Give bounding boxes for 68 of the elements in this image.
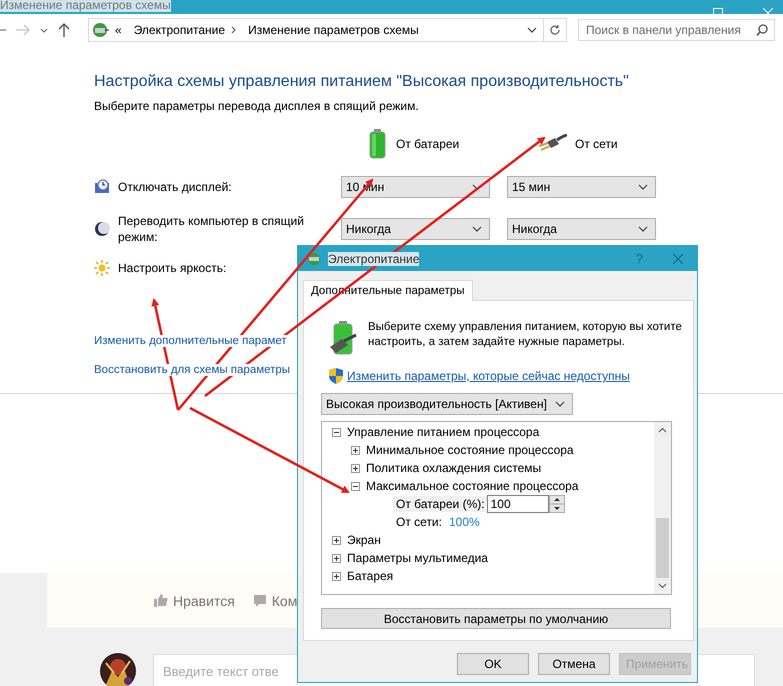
- setting-label: От сети:: [395, 514, 443, 530]
- expand-icon[interactable]: [351, 446, 360, 454]
- action-link[interactable]: Ком: [252, 592, 298, 608]
- shield-icon: [329, 368, 343, 384]
- dropdown[interactable]: Никогда: [341, 218, 490, 240]
- tree-item[interactable]: Управление питанием процессора: [347, 425, 540, 439]
- collapse-icon[interactable]: [351, 482, 360, 490]
- dialog-intro: Выберите схему управления питанием, которую вы хотите настроить, а затем задайте нужные параметры.: [368, 320, 683, 350]
- spin-buttons-icon[interactable]: [548, 495, 565, 513]
- expand-icon[interactable]: [332, 554, 341, 562]
- dropdown[interactable]: 15 мин: [507, 176, 656, 198]
- setting-label: Настроить яркость:: [118, 260, 228, 276]
- link[interactable]: Изменить дополнительные парамет: [94, 335, 287, 347]
- setting-value[interactable]: 100%: [448, 515, 480, 529]
- setting-label: Отключать дисплей:: [118, 179, 233, 195]
- number-field[interactable]: 100: [486, 495, 549, 513]
- recent-pages-icon[interactable]: [40, 28, 48, 32]
- monitor-clock-icon: [94, 179, 110, 195]
- chevron-down-icon: [554, 401, 565, 407]
- tree-item[interactable]: Максимальное состояние процессора: [366, 479, 578, 493]
- tree-item[interactable]: Параметры мультимедиа: [347, 551, 488, 565]
- dropdown[interactable]: Никогда: [507, 218, 656, 240]
- sun-icon: [94, 260, 110, 276]
- address-prefix[interactable]: «: [115, 23, 122, 37]
- setting-label: От батареи (%):: [393, 496, 488, 512]
- breadcrumb[interactable]: Электропитание: [134, 23, 226, 37]
- restore-defaults-button[interactable]: Восстановить параметры по умолчанию: [321, 608, 671, 629]
- chevron-down-icon: [638, 184, 648, 190]
- expand-icon[interactable]: [332, 536, 341, 544]
- power-options-icon: [306, 252, 322, 266]
- column-header: От батареи: [396, 137, 460, 151]
- column-header: От сети: [575, 137, 618, 151]
- thumbs-up-icon: [154, 594, 168, 607]
- link[interactable]: Восстановить для схемы параметры: [94, 364, 290, 376]
- search-icon[interactable]: [756, 24, 768, 36]
- battery-icon: [369, 129, 386, 159]
- tree-item[interactable]: Экран: [347, 533, 381, 547]
- collapse-icon[interactable]: [332, 428, 341, 436]
- link[interactable]: Изменить параметры, которые сейчас недоступны: [347, 369, 630, 383]
- setting-label: Переводить компьютер в спящий режим:: [118, 213, 305, 245]
- dialog-title: Электропитание: [328, 252, 420, 266]
- dropdown[interactable]: Высокая производительность [Активен]: [321, 393, 573, 415]
- refresh-icon[interactable]: [549, 24, 561, 36]
- chevron-down-icon: [527, 27, 537, 33]
- power-options-icon: [91, 22, 109, 38]
- chevron-right-icon[interactable]: [231, 26, 236, 34]
- plug-icon: [537, 134, 567, 154]
- tree-item[interactable]: Политика охлаждения системы: [366, 461, 542, 475]
- search-field[interactable]: Поиск в панели управления: [578, 19, 775, 41]
- window-title: Изменение параметров схемы: [0, 0, 171, 12]
- dialog-button[interactable]: OK: [457, 653, 529, 675]
- comment-icon: [252, 594, 267, 608]
- page-subtitle: Выберите параметры перевода дисплея в спящий режим.: [94, 99, 420, 113]
- moon-icon: [94, 221, 110, 237]
- scrollbar[interactable]: [654, 422, 671, 594]
- chevron-down-icon: [638, 226, 648, 232]
- address-bar[interactable]: « Электропитание Изменение параметров схемы: [88, 18, 567, 42]
- page-heading: Настройка схемы управления питанием "Высокая производительность": [94, 73, 630, 91]
- breadcrumb[interactable]: Изменение параметров схемы: [248, 23, 419, 37]
- chevron-down-icon: [472, 226, 482, 232]
- up-icon[interactable]: [58, 23, 70, 37]
- tree-item[interactable]: Минимальное состояние процессора: [366, 443, 574, 457]
- expand-icon[interactable]: [351, 464, 360, 472]
- tree-item[interactable]: Батарея: [347, 569, 394, 583]
- maximize-icon[interactable]: [713, 8, 723, 14]
- dialog-button[interactable]: Отмена: [538, 653, 610, 675]
- expand-icon[interactable]: [332, 572, 341, 580]
- action-link[interactable]: Нравится: [154, 592, 235, 608]
